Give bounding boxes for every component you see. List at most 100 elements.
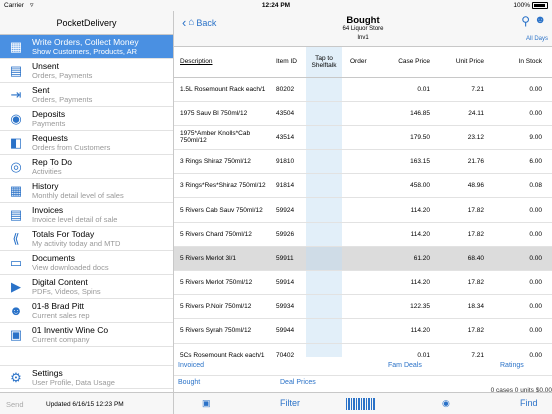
- table-row[interactable]: 1.5L Rosemount Rack each/1 80202 0.01 7.…: [174, 77, 552, 102]
- cell-order[interactable]: [342, 149, 378, 175]
- tally-icon: ⟪: [12, 231, 20, 246]
- cell-in-stock: 0.00: [488, 246, 552, 272]
- barcode-icon[interactable]: [346, 398, 376, 410]
- cell-description: 1975*Amber Knolls*Cab 750ml/12: [174, 125, 272, 151]
- sidebar-item-sales-rep[interactable]: ☻ 01-8 Brad Pitt Current sales rep: [0, 299, 173, 323]
- table-row[interactable]: 1975*Amber Knolls*Cab 750ml/12 43514 179…: [174, 125, 552, 151]
- sales-rep-icon: ☻: [9, 303, 23, 318]
- cell-order[interactable]: [342, 318, 378, 344]
- sidebar-item-company[interactable]: ▣ 01 Inventiv Wine Co Current company: [0, 323, 173, 347]
- cell-shelftalk[interactable]: [306, 343, 342, 357]
- cell-in-stock: 0.08: [488, 173, 552, 199]
- send-button[interactable]: Send: [6, 400, 24, 409]
- cell-in-stock: 0.00: [488, 197, 552, 223]
- sidebar-item-documents[interactable]: ▭ Documents View downloaded docs: [0, 251, 173, 275]
- ratings-link[interactable]: Ratings: [500, 362, 524, 369]
- cell-order[interactable]: [342, 101, 378, 126]
- bought-link[interactable]: Bought: [178, 379, 200, 386]
- battery-icon: [532, 2, 548, 9]
- cell-description: 5 Rivers P.Noir 750ml/12: [174, 294, 272, 320]
- camera-icon[interactable]: ▣: [202, 398, 211, 409]
- eye-icon[interactable]: ◉: [442, 398, 450, 409]
- cell-description: 5 Rivers Merlot 3l/1: [174, 246, 272, 272]
- header-order[interactable]: Order: [342, 47, 378, 78]
- sidebar-item-history[interactable]: ▦ History Monthly detail level of sales: [0, 179, 173, 203]
- cell-order[interactable]: [342, 294, 378, 320]
- table-row[interactable]: 5 Rivers Syrah 750ml/12 59944 114.20 17.…: [174, 318, 552, 344]
- sidebar-item-sent[interactable]: ⇥ Sent Orders, Payments: [0, 83, 173, 107]
- sidebar-item-totals[interactable]: ⟪ Totals For Today My activity today and…: [0, 227, 173, 251]
- deal-prices-link[interactable]: Deal Prices: [280, 379, 316, 386]
- cell-shelftalk[interactable]: [306, 125, 342, 151]
- sidebar-item-invoices[interactable]: ▤ Invoices Invoice level detail of sale: [0, 203, 173, 227]
- cell-item-id: 80202: [272, 77, 306, 102]
- sidebar-item-digital-content[interactable]: ▶ Digital Content PDFs, Videos, Spins: [0, 275, 173, 299]
- table-row[interactable]: 3 Rings Shiraz 750ml/12 91810 163.15 21.…: [174, 149, 552, 175]
- battery-indicator: 100%: [513, 2, 548, 9]
- cell-unit-price: 17.82: [434, 318, 488, 344]
- cell-shelftalk[interactable]: [306, 173, 342, 199]
- cell-shelftalk[interactable]: [306, 197, 342, 223]
- sidebar-item-deposits[interactable]: ◉ Deposits Payments: [0, 107, 173, 131]
- status-bar: Carrier ▿ 12:24 PM 100%: [0, 0, 552, 11]
- cell-shelftalk[interactable]: [306, 149, 342, 175]
- person-icon[interactable]: ☻: [534, 14, 546, 26]
- cell-shelftalk[interactable]: [306, 270, 342, 296]
- filter-button[interactable]: Filter: [280, 398, 300, 408]
- table-row[interactable]: 5 Rivers Cab Sauv 750ml/12 59924 114.20 …: [174, 197, 552, 223]
- cell-order[interactable]: [342, 343, 378, 357]
- cell-unit-price: 21.76: [434, 149, 488, 175]
- table-row-selected[interactable]: 5 Rivers Merlot 3l/1 59911 61.20 68.40 0…: [174, 246, 552, 272]
- table-row[interactable]: 5 Rivers Merlot 750ml/12 59914 114.20 17…: [174, 270, 552, 296]
- table-row[interactable]: 3 Rings*Res*Shiraz 750ml/12 91814 458.00…: [174, 173, 552, 199]
- header-description[interactable]: Description: [174, 47, 272, 78]
- sent-icon: ⇥: [10, 87, 22, 102]
- all-days-filter[interactable]: All Days: [526, 36, 548, 42]
- cell-in-stock: 0.00: [488, 318, 552, 344]
- cell-in-stock: 0.00: [488, 270, 552, 296]
- cell-unit-price: 7.21: [434, 343, 488, 357]
- search-icon[interactable]: ⚲: [521, 14, 530, 28]
- cell-order[interactable]: [342, 125, 378, 151]
- table-row[interactable]: 5 Rivers P.Noir 750ml/12 59934 122.35 18…: [174, 294, 552, 320]
- find-button[interactable]: Find: [520, 398, 538, 408]
- cell-item-id: 59924: [272, 197, 306, 223]
- cell-case-price: 114.20: [378, 197, 434, 223]
- bottom-toolbar: ▣ Filter ◉ Find: [174, 392, 552, 414]
- cell-shelftalk[interactable]: [306, 77, 342, 102]
- header-case-price[interactable]: Case Price: [378, 47, 434, 78]
- cell-shelftalk[interactable]: [306, 246, 342, 272]
- gear-icon: ⚙: [10, 370, 22, 385]
- header-in-stock[interactable]: In Stock: [488, 47, 552, 78]
- table-row[interactable]: 1975 Sauv Bl 750ml/12 43504 146.85 24.11…: [174, 101, 552, 126]
- cell-order[interactable]: [342, 222, 378, 247]
- sidebar-item-rep-to-do[interactable]: ◎ Rep To Do Activities: [0, 155, 173, 179]
- company-icon: ▣: [9, 327, 23, 342]
- header-unit-price[interactable]: Unit Price: [434, 47, 488, 78]
- cell-item-id: 43514: [272, 125, 306, 151]
- cell-shelftalk[interactable]: [306, 318, 342, 344]
- cell-order[interactable]: [342, 173, 378, 199]
- header-tap-shelftalk[interactable]: Tap to Shelftalk: [306, 47, 342, 78]
- invoiced-link[interactable]: Invoiced: [178, 362, 204, 369]
- last-updated: Updated 6/16/15 12:23 PM: [46, 401, 124, 408]
- table-row[interactable]: 5Cs Rosemount Rack each/1 70402 0.01 7.2…: [174, 343, 552, 357]
- sidebar-item-unsent[interactable]: ▤ Unsent Orders, Payments: [0, 59, 173, 83]
- cell-order[interactable]: [342, 197, 378, 223]
- table-row[interactable]: 5 Rivers Chard 750ml/12 59926 114.20 17.…: [174, 222, 552, 247]
- cell-unit-price: 7.21: [434, 77, 488, 102]
- cell-shelftalk[interactable]: [306, 294, 342, 320]
- cell-order[interactable]: [342, 246, 378, 272]
- cell-order[interactable]: [342, 270, 378, 296]
- sidebar-item-requests[interactable]: ◧ Requests Orders from Customers: [0, 131, 173, 155]
- cell-shelftalk[interactable]: [306, 222, 342, 247]
- cell-case-price: 146.85: [378, 101, 434, 126]
- header-item-id[interactable]: Item ID: [272, 47, 306, 78]
- status-time: 12:24 PM: [261, 2, 291, 9]
- sidebar-item-write-orders[interactable]: ▦ Write Orders, Collect Money Show Custo…: [0, 35, 173, 59]
- sidebar-item-settings[interactable]: ⚙ Settings User Profile, Data Usage: [0, 365, 173, 389]
- cell-shelftalk[interactable]: [306, 101, 342, 126]
- fam-deals-link[interactable]: Fam Deals: [388, 362, 422, 369]
- products-table-wrap[interactable]: Description Item ID Tap to Shelftalk Ord…: [174, 47, 552, 357]
- cell-order[interactable]: [342, 77, 378, 102]
